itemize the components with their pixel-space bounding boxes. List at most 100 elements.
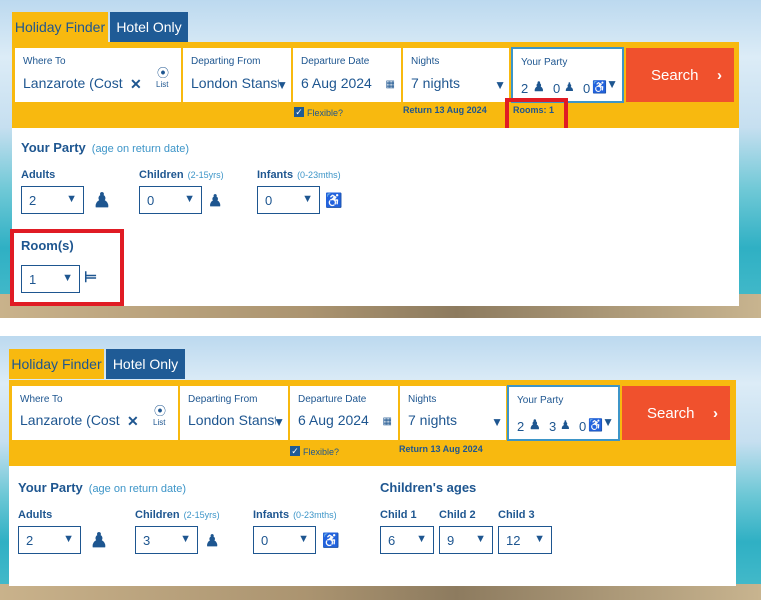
departure-date-field[interactable]: Departure Date 6 Aug 2024 ▦ [293, 48, 401, 102]
calendar-icon: ▦ [382, 416, 392, 427]
departing-from-label: Departing From [191, 56, 261, 67]
child-icon: ♟ [208, 193, 223, 210]
location-pin-icon[interactable]: ⦿ [154, 402, 166, 419]
infants-hint: (0-23mths) [293, 510, 337, 520]
location-pin-icon[interactable]: ⦿ [157, 64, 169, 81]
child-icon: ♟ [205, 533, 220, 550]
departing-from-field[interactable]: Departing From London Stanste ▼ [180, 386, 288, 440]
departure-date-label: Departure Date [298, 394, 367, 405]
top-panel: Holiday Finder Hotel Only Where To Lanza… [0, 0, 761, 318]
child-3-age-select[interactable]: 12 ▼ [498, 526, 552, 554]
children-select[interactable]: 0 ▼ [139, 186, 202, 214]
party-adults-count: 2 [517, 419, 525, 434]
tab-hotel-only[interactable]: Hotel Only [110, 12, 188, 42]
chevron-down-icon: ▼ [180, 533, 191, 545]
child-3-label: Child 3 [498, 509, 535, 521]
chevron-down-icon: ▼ [302, 193, 313, 205]
infants-label: Infants (0-23mths) [257, 169, 341, 181]
chevron-down-icon: ▼ [602, 415, 614, 429]
infant-icon: ♿ [592, 80, 607, 94]
children-label: Children (2-15yrs) [135, 509, 220, 521]
return-date-text: Return 13 Aug 2024 [399, 444, 483, 454]
tab-hotel-only[interactable]: Hotel Only [106, 349, 185, 379]
departing-from-field[interactable]: Departing From London Stanste ▼ [183, 48, 291, 102]
flexible-checkbox[interactable]: ✓ [294, 107, 304, 117]
where-to-field[interactable]: Where To Lanzarote (Costa T ✕ ⦿ List [15, 48, 181, 102]
infants-hint: (0-23mths) [297, 170, 341, 180]
search-button-label: Search [651, 66, 699, 84]
chevron-down-icon: ▼ [66, 193, 77, 205]
chevron-right-icon: › [713, 404, 718, 422]
your-party-label: Your Party [517, 395, 564, 406]
tab-holiday-finder[interactable]: Holiday Finder [12, 12, 108, 42]
your-party-field[interactable]: Your Party 2 ♟ 3 ♟ 0 ♿ ▼ [507, 385, 620, 441]
party-section-subtitle: (age on return date) [88, 483, 187, 495]
chevron-down-icon: ▼ [606, 77, 618, 91]
child-2-age-select[interactable]: 9 ▼ [439, 526, 493, 554]
adults-label: Adults [18, 509, 53, 521]
adult-icon: ♟ [529, 417, 541, 432]
where-to-label: Where To [20, 394, 63, 405]
your-party-field[interactable]: Your Party 2 ♟ 0 ♟ 0 ♿ ▼ [511, 47, 624, 103]
rooms-highlight [10, 229, 124, 306]
departure-date-field[interactable]: Departure Date 6 Aug 2024 ▦ [290, 386, 398, 440]
nights-value: 7 nights [408, 412, 458, 428]
adults-select[interactable]: 2 ▼ [21, 186, 84, 214]
search-button[interactable]: Search › [626, 48, 734, 102]
background-beach [0, 584, 761, 600]
clear-icon[interactable]: ✕ [127, 413, 139, 430]
departure-date-label: Departure Date [301, 56, 370, 67]
infants-select[interactable]: 0 ▼ [257, 186, 320, 214]
where-to-field[interactable]: Where To Lanzarote (Costa T ✕ ⦿ List [12, 386, 178, 440]
return-date-text: Return 13 Aug 2024 [403, 105, 487, 115]
infant-icon: ♿ [588, 418, 603, 432]
children-hint: (2-15yrs) [183, 510, 220, 520]
chevron-down-icon: ▼ [273, 415, 285, 429]
departure-date-value: 6 Aug 2024 [301, 75, 372, 91]
flexible-label: Flexible? [307, 108, 344, 118]
list-link[interactable]: List [153, 418, 165, 427]
where-to-value: Lanzarote (Costa T [23, 75, 123, 91]
nights-field[interactable]: Nights 7 nights ▼ [403, 48, 509, 102]
chevron-down-icon: ▼ [534, 533, 545, 545]
flexible-checkbox[interactable]: ✓ [290, 446, 300, 456]
tab-holiday-finder[interactable]: Holiday Finder [9, 349, 104, 379]
nights-value: 7 nights [411, 75, 461, 91]
where-to-label: Where To [23, 56, 66, 67]
party-children-count: 3 [549, 419, 557, 434]
child-1-label: Child 1 [380, 509, 417, 521]
infant-icon: ♿ [322, 532, 340, 548]
party-children-count: 0 [553, 81, 561, 96]
infant-icon: ♿ [325, 192, 343, 208]
calendar-icon: ▦ [385, 79, 395, 90]
adult-icon: ♟ [93, 190, 111, 212]
departing-from-label: Departing From [188, 394, 258, 405]
departing-from-value: London Stanste [188, 412, 276, 428]
children-select[interactable]: 3 ▼ [135, 526, 198, 554]
chevron-down-icon: ▼ [494, 78, 506, 92]
list-link[interactable]: List [156, 80, 168, 89]
where-to-value: Lanzarote (Costa T [20, 412, 120, 428]
party-adults-count: 2 [521, 81, 529, 96]
adults-select[interactable]: 2 ▼ [18, 526, 81, 554]
party-section-title: Your Party (age on return date) [21, 140, 190, 155]
infants-label: Infants (0-23mths) [253, 509, 337, 521]
child-2-label: Child 2 [439, 509, 476, 521]
nights-label: Nights [408, 394, 437, 405]
chevron-down-icon: ▼ [184, 193, 195, 205]
search-button[interactable]: Search › [622, 386, 730, 440]
clear-icon[interactable]: ✕ [130, 76, 142, 93]
search-button-label: Search [647, 404, 695, 422]
your-party-label: Your Party [521, 57, 568, 68]
departure-date-value: 6 Aug 2024 [298, 412, 369, 428]
party-section-subtitle: (age on return date) [91, 143, 190, 155]
child-1-age-select[interactable]: 6 ▼ [380, 526, 434, 554]
party-section-title: Your Party (age on return date) [18, 480, 187, 495]
child-icon: ♟ [560, 418, 571, 432]
chevron-down-icon: ▼ [298, 533, 309, 545]
adults-label: Adults [21, 169, 56, 181]
chevron-right-icon: › [717, 66, 722, 84]
infants-select[interactable]: 0 ▼ [253, 526, 316, 554]
nights-field[interactable]: Nights 7 nights ▼ [400, 386, 506, 440]
adult-icon: ♟ [533, 79, 545, 94]
